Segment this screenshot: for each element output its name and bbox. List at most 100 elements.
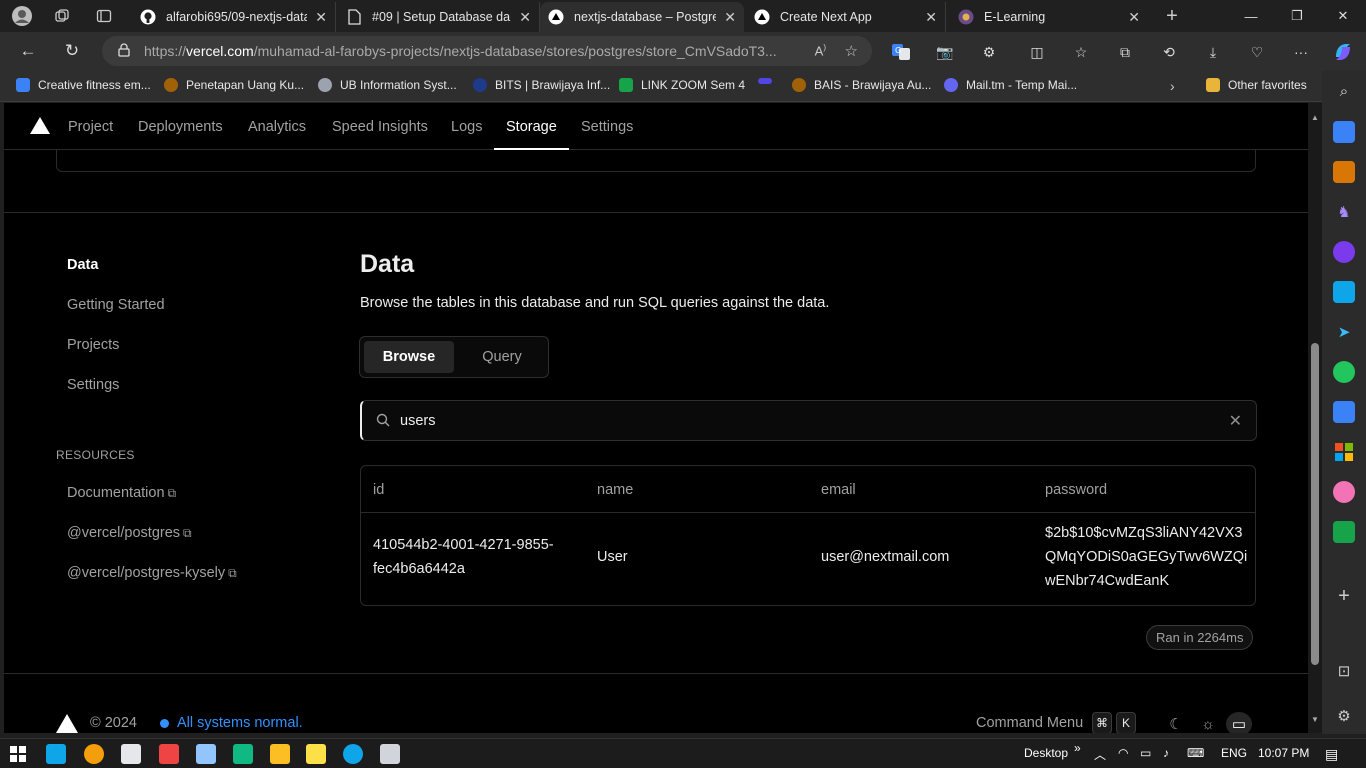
scroll-down-icon[interactable]: ▼ [1311, 715, 1319, 724]
minimize-icon[interactable]: — [1228, 0, 1274, 32]
meet-icon[interactable] [1333, 521, 1355, 543]
refresh-icon[interactable]: ↻ [57, 37, 87, 65]
bookmark-item[interactable]: Mail.tm - Temp Mai... [944, 78, 1077, 92]
settings-icon[interactable]: ⚙ [1333, 705, 1355, 727]
tray-expand-icon[interactable]: ︿ [1094, 746, 1106, 763]
column-header-id[interactable]: id [373, 482, 384, 498]
tab-elearning[interactable]: E-Learning ✕ [950, 2, 1148, 32]
copilot-icon[interactable] [1331, 40, 1355, 64]
tab-logs[interactable]: Logs [451, 119, 482, 135]
outlook-icon[interactable] [1333, 281, 1355, 303]
app-icon[interactable] [159, 744, 179, 764]
performance-icon[interactable]: ♡ [1245, 40, 1269, 64]
bookmark-item[interactable]: BAIS - Brawijaya Au... [792, 78, 931, 92]
edge-icon[interactable] [343, 744, 363, 764]
bookmark-item[interactable]: UB Information Syst... [318, 78, 457, 92]
language-indicator[interactable]: ENG [1221, 746, 1247, 760]
bookmark-item[interactable]: BITS | Brawijaya Inf... [473, 78, 610, 92]
resource-vercel-postgres[interactable]: @vercel/postgres ⧉ [67, 525, 192, 541]
address-bar[interactable]: https://vercel.com/muhamad-al-farobys-pr… [102, 36, 872, 66]
notion-icon[interactable] [121, 744, 141, 764]
keyboard-icon[interactable]: ⌨ [1187, 746, 1204, 760]
scroll-up-icon[interactable]: ▲ [1311, 113, 1319, 122]
other-favorites[interactable]: Other favorites [1206, 78, 1307, 92]
close-tab-icon[interactable]: ✕ [315, 9, 327, 26]
resource-documentation[interactable]: Documentation ⧉ [67, 485, 176, 501]
notes-icon[interactable] [306, 744, 326, 764]
read-aloud-icon[interactable]: A) [815, 43, 826, 58]
table-search-input[interactable]: users ✕ [360, 400, 1257, 441]
left-nav-settings[interactable]: Settings [67, 377, 119, 393]
desktop-chevron-icon[interactable]: » [1074, 741, 1081, 755]
desktop-label[interactable]: Desktop [1024, 746, 1068, 760]
profile-icon[interactable] [8, 2, 36, 30]
translate-sidebar-icon[interactable] [1333, 401, 1355, 423]
browse-button[interactable]: Browse [364, 341, 454, 373]
column-header-email[interactable]: email [821, 482, 856, 498]
tab-storage[interactable]: Storage [506, 119, 557, 135]
chevron-right-icon[interactable]: › [1170, 78, 1175, 94]
tab-setup-database[interactable]: #09 | Setup Database dan ✕ [338, 2, 540, 32]
history-icon[interactable]: ⟲ [1157, 40, 1181, 64]
page-scrollbar[interactable]: ▲ ▼ [1308, 103, 1322, 733]
bookmark-item[interactable]: Creative fitness em... [16, 78, 151, 92]
notifications-icon[interactable]: ▤ [1325, 746, 1338, 763]
vercel-logo-icon[interactable] [56, 714, 78, 733]
add-sidebar-icon[interactable]: + [1333, 585, 1355, 607]
battery-icon[interactable]: ▭ [1140, 746, 1151, 760]
left-nav-data[interactable]: Data [67, 257, 98, 273]
tab-create-next-app[interactable]: Create Next App ✕ [746, 2, 946, 32]
search-icon[interactable]: ⌕ [1333, 80, 1355, 102]
wifi-icon[interactable]: ◠ [1118, 746, 1128, 760]
lock-icon[interactable] [118, 42, 130, 60]
tab-deployments[interactable]: Deployments [138, 119, 223, 135]
m365-icon[interactable] [1333, 241, 1355, 263]
restore-icon[interactable]: ❐ [1274, 0, 1320, 32]
clock[interactable]: 10:07 PM [1258, 746, 1309, 760]
system-theme-icon[interactable]: ▭ [1226, 712, 1252, 733]
tab-settings[interactable]: Settings [581, 119, 633, 135]
close-window-icon[interactable]: ✕ [1320, 0, 1366, 32]
vscode-icon[interactable] [46, 744, 66, 764]
system-status-link[interactable]: All systems normal. [160, 715, 303, 731]
favorites-icon[interactable]: ☆ [1069, 40, 1093, 64]
tab-github[interactable]: alfarobi695/09-nextjs-database ✕ [132, 2, 336, 32]
close-tab-icon[interactable]: ✕ [519, 9, 531, 26]
terminal-icon[interactable] [233, 744, 253, 764]
tab-speed-insights[interactable]: Speed Insights [332, 119, 428, 135]
favorite-star-icon[interactable]: ☆ [845, 42, 858, 60]
notepad-icon[interactable] [196, 744, 216, 764]
tag-icon[interactable] [1333, 121, 1355, 143]
dark-theme-icon[interactable]: ☾ [1163, 712, 1189, 733]
tab-nextjs-database[interactable]: nextjs-database – Postgres ✕ [540, 2, 744, 32]
column-header-name[interactable]: name [597, 482, 633, 498]
file-explorer-icon[interactable] [270, 744, 290, 764]
close-tab-icon[interactable]: ✕ [724, 9, 736, 26]
column-header-password[interactable]: password [1045, 482, 1107, 498]
app2-icon[interactable] [380, 744, 400, 764]
split-screen-icon[interactable]: ◫ [1025, 40, 1049, 64]
toolbox-icon[interactable] [1333, 161, 1355, 183]
translate-icon[interactable]: G [889, 40, 913, 64]
close-tab-icon[interactable]: ✕ [1128, 9, 1140, 26]
clear-search-icon[interactable]: ✕ [1229, 411, 1242, 431]
volume-icon[interactable]: ♪ [1163, 746, 1169, 760]
whatsapp-icon[interactable] [1333, 361, 1355, 383]
tab-actions-icon[interactable] [90, 2, 118, 30]
left-nav-getting-started[interactable]: Getting Started [67, 297, 165, 313]
bookmark-item[interactable] [758, 78, 780, 84]
camera-icon[interactable]: 📷 [933, 40, 957, 64]
tab-analytics[interactable]: Analytics [248, 119, 306, 135]
command-menu-label[interactable]: Command Menu [976, 715, 1083, 731]
collections-icon[interactable]: ⧉ [1113, 40, 1137, 64]
hide-sidebar-icon[interactable]: ⊡ [1333, 660, 1355, 682]
left-nav-projects[interactable]: Projects [67, 337, 119, 353]
tab-project[interactable]: Project [68, 119, 113, 135]
light-theme-icon[interactable]: ☼ [1195, 712, 1221, 733]
back-icon[interactable]: ← [13, 37, 43, 65]
brain-icon[interactable] [1333, 481, 1355, 503]
vercel-logo-icon[interactable] [30, 117, 50, 134]
query-button[interactable]: Query [458, 341, 546, 373]
microsoft-icon[interactable] [1333, 441, 1355, 463]
more-menu-icon[interactable]: ··· [1289, 40, 1313, 64]
